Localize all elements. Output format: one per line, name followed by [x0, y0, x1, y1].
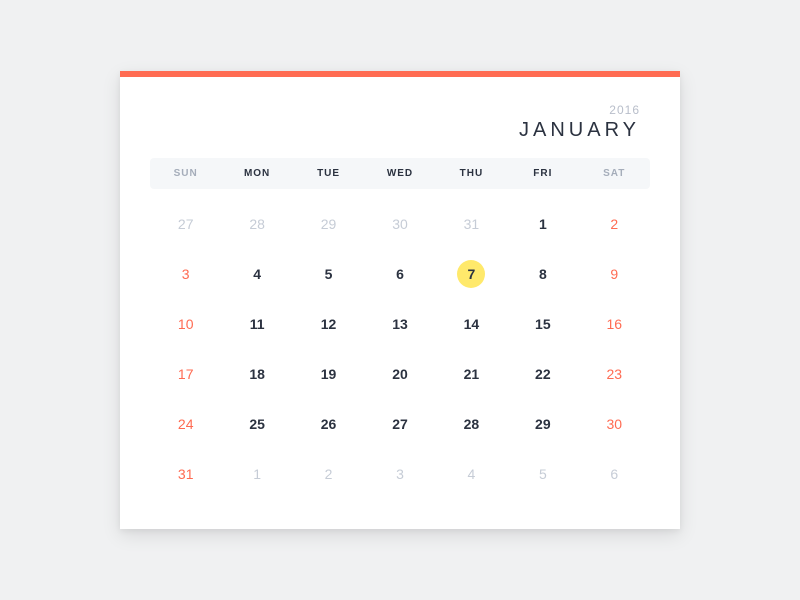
- weekday-label: TUE: [293, 168, 364, 179]
- calendar-day-number: 26: [315, 410, 343, 438]
- calendar-day-number: 19: [315, 360, 343, 388]
- calendar-day-number: 31: [457, 210, 485, 238]
- calendar-day-number: 10: [172, 310, 200, 338]
- calendar-day[interactable]: 13: [364, 299, 435, 349]
- calendar-day[interactable]: 27: [364, 399, 435, 449]
- calendar-day[interactable]: 6: [579, 449, 650, 499]
- calendar-day[interactable]: 29: [507, 399, 578, 449]
- calendar-day[interactable]: 2: [293, 449, 364, 499]
- calendar-day-number: 1: [243, 460, 271, 488]
- calendar-day-number: 17: [172, 360, 200, 388]
- weekday-label: SUN: [150, 168, 221, 179]
- calendar-day-number: 13: [386, 310, 414, 338]
- weekday-label: SAT: [579, 168, 650, 179]
- calendar-day-number: 2: [600, 210, 628, 238]
- calendar-day[interactable]: 10: [150, 299, 221, 349]
- calendar-day-number: 28: [243, 210, 271, 238]
- calendar-day-number: 31: [172, 460, 200, 488]
- calendar-year: 2016: [150, 103, 640, 117]
- calendar-day[interactable]: 14: [436, 299, 507, 349]
- calendar-day-number: 21: [457, 360, 485, 388]
- calendar-day[interactable]: 5: [293, 249, 364, 299]
- calendar-day[interactable]: 3: [364, 449, 435, 499]
- calendar-day[interactable]: 26: [293, 399, 364, 449]
- calendar-day[interactable]: 18: [221, 349, 292, 399]
- calendar-day[interactable]: 30: [579, 399, 650, 449]
- calendar-day[interactable]: 28: [221, 199, 292, 249]
- calendar-day[interactable]: 16: [579, 299, 650, 349]
- calendar-day[interactable]: 17: [150, 349, 221, 399]
- calendar-day[interactable]: 31: [150, 449, 221, 499]
- calendar-day[interactable]: 3: [150, 249, 221, 299]
- calendar-grid: 2728293031123456789101112131415161718192…: [150, 199, 650, 499]
- calendar-day-number: 9: [600, 260, 628, 288]
- calendar-day[interactable]: 2: [579, 199, 650, 249]
- calendar-day[interactable]: 6: [364, 249, 435, 299]
- calendar-day-number: 27: [172, 210, 200, 238]
- calendar-day-number: 2: [315, 460, 343, 488]
- calendar-day-number: 8: [529, 260, 557, 288]
- calendar-day[interactable]: 28: [436, 399, 507, 449]
- calendar-day-number: 16: [600, 310, 628, 338]
- calendar-day[interactable]: 29: [293, 199, 364, 249]
- calendar-day-number: 15: [529, 310, 557, 338]
- accent-bar: [120, 71, 680, 77]
- calendar-day[interactable]: 4: [221, 249, 292, 299]
- weekday-label: MON: [221, 168, 292, 179]
- calendar-day[interactable]: 21: [436, 349, 507, 399]
- calendar-day-number: 5: [315, 260, 343, 288]
- calendar-day-number: 6: [600, 460, 628, 488]
- calendar-day[interactable]: 11: [221, 299, 292, 349]
- calendar-day-number: 28: [457, 410, 485, 438]
- calendar-day-number: 4: [243, 260, 271, 288]
- weekday-label: WED: [364, 168, 435, 179]
- weekday-label: FRI: [507, 168, 578, 179]
- calendar-day-number: 7: [457, 260, 485, 288]
- weekday-row: SUNMONTUEWEDTHUFRISAT: [150, 158, 650, 189]
- calendar-day-number: 18: [243, 360, 271, 388]
- calendar-day-number: 25: [243, 410, 271, 438]
- calendar-day-number: 12: [315, 310, 343, 338]
- calendar-day-number: 27: [386, 410, 414, 438]
- calendar-day[interactable]: 9: [579, 249, 650, 299]
- calendar-day-number: 14: [457, 310, 485, 338]
- calendar-day[interactable]: 20: [364, 349, 435, 399]
- calendar-day-number: 6: [386, 260, 414, 288]
- calendar-header: 2016 JANUARY: [150, 71, 650, 158]
- calendar-day[interactable]: 1: [221, 449, 292, 499]
- calendar-day-number: 22: [529, 360, 557, 388]
- calendar-day-number: 29: [529, 410, 557, 438]
- calendar-day-number: 11: [243, 310, 271, 338]
- calendar-card: 2016 JANUARY SUNMONTUEWEDTHUFRISAT 27282…: [120, 71, 680, 529]
- calendar-day-number: 5: [529, 460, 557, 488]
- calendar-day[interactable]: 7: [436, 249, 507, 299]
- calendar-day-number: 24: [172, 410, 200, 438]
- calendar-month: JANUARY: [519, 119, 640, 141]
- calendar-day-number: 30: [600, 410, 628, 438]
- calendar-day-number: 4: [457, 460, 485, 488]
- calendar-day[interactable]: 15: [507, 299, 578, 349]
- calendar-day-number: 3: [172, 260, 200, 288]
- calendar-day[interactable]: 30: [364, 199, 435, 249]
- calendar-day[interactable]: 4: [436, 449, 507, 499]
- calendar-day-number: 3: [386, 460, 414, 488]
- calendar-day-number: 23: [600, 360, 628, 388]
- calendar-day-number: 30: [386, 210, 414, 238]
- weekday-label: THU: [436, 168, 507, 179]
- calendar-day[interactable]: 25: [221, 399, 292, 449]
- calendar-day[interactable]: 19: [293, 349, 364, 399]
- calendar-day-number: 1: [529, 210, 557, 238]
- calendar-day[interactable]: 5: [507, 449, 578, 499]
- calendar-day[interactable]: 24: [150, 399, 221, 449]
- calendar-day[interactable]: 12: [293, 299, 364, 349]
- calendar-day[interactable]: 8: [507, 249, 578, 299]
- calendar-day[interactable]: 22: [507, 349, 578, 399]
- calendar-day-number: 20: [386, 360, 414, 388]
- calendar-day[interactable]: 23: [579, 349, 650, 399]
- calendar-day[interactable]: 1: [507, 199, 578, 249]
- calendar-day-number: 29: [315, 210, 343, 238]
- calendar-day[interactable]: 31: [436, 199, 507, 249]
- calendar-day[interactable]: 27: [150, 199, 221, 249]
